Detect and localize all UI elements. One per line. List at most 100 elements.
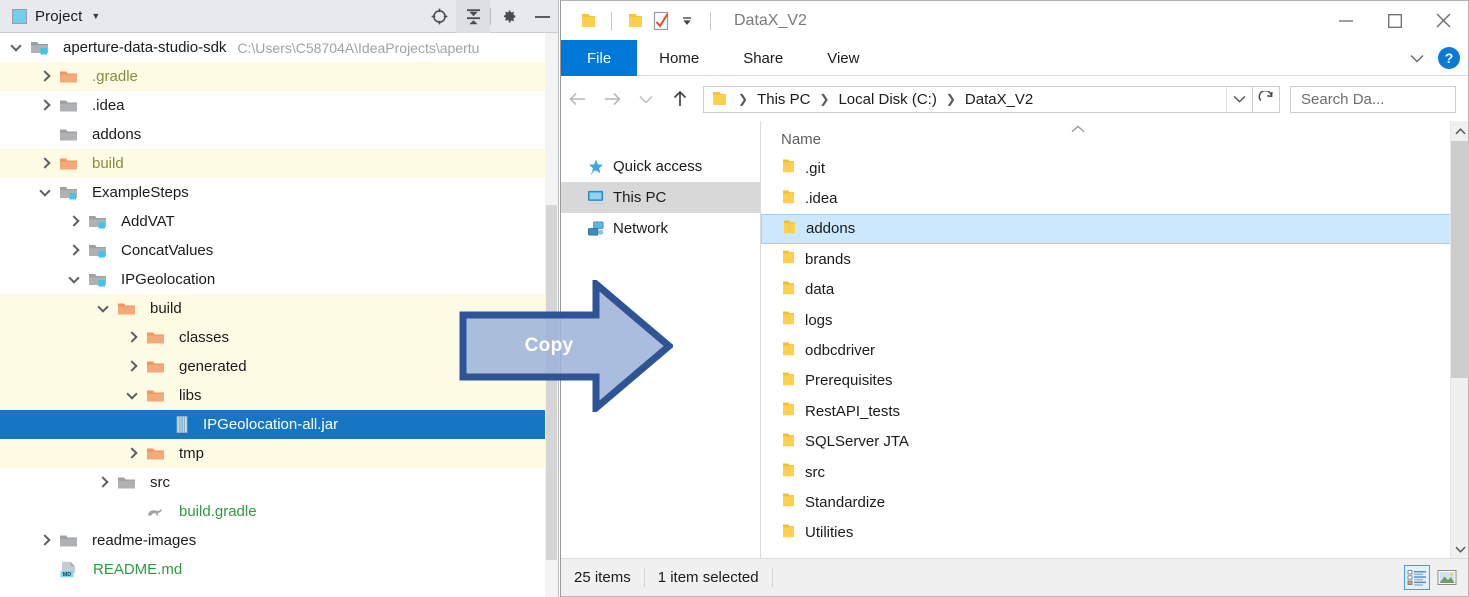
intellij-project-panel: Project ▼ aperture-data-studio-sdk C:\Us… [0,0,559,597]
project-title-group[interactable]: Project ▼ [0,8,100,25]
tab-share[interactable]: Share [721,40,805,76]
chevron-down-icon[interactable]: ▼ [91,11,100,21]
chevron-up-icon[interactable] [1451,121,1469,141]
tree-row[interactable]: ExampleSteps [0,178,559,207]
up-button[interactable] [663,82,697,116]
tree-row[interactable]: IPGeolocation-all.jar [0,410,559,439]
refresh-icon[interactable] [1253,85,1280,113]
chevron-right-icon[interactable] [127,361,138,372]
chevron-right-icon[interactable] [40,71,51,82]
file-list[interactable]: Name .git .idea addons brands data logs odbcdr… [761,121,1468,559]
chevron-right-icon[interactable] [40,158,51,169]
breadcrumb-segment[interactable]: DataX_V2 [963,91,1035,108]
chevron-right-icon[interactable]: ❯ [946,92,956,106]
tree-row[interactable]: tmp [0,439,559,468]
minimize-button[interactable] [1321,1,1370,40]
quick-access-toolbar: DataX_V2 [561,8,807,34]
scrollbar-thumb[interactable] [546,205,557,560]
list-item[interactable]: Standardize [761,487,1468,517]
chevron-right-icon[interactable]: ❯ [819,92,829,106]
list-item[interactable]: Prerequisites [761,366,1468,396]
tree-row[interactable]: addons [0,120,559,149]
chevron-right-icon[interactable] [98,477,109,488]
chevron-down-icon[interactable] [40,187,51,198]
list-item[interactable]: RestAPI_tests [761,396,1468,426]
breadcrumb-dropdown-icon[interactable] [1226,86,1252,112]
details-view-button[interactable] [1404,565,1430,590]
back-button[interactable] [561,82,595,116]
folder-icon[interactable] [575,8,601,34]
chevron-down-icon[interactable] [1406,54,1428,63]
breadcrumb-segment[interactable]: Local Disk (C:) [836,91,938,108]
folder-properties-icon[interactable] [622,8,648,34]
maximize-button[interactable] [1370,1,1419,40]
column-header-row[interactable]: Name [761,121,1468,153]
tree-row[interactable]: build.gradle [0,497,559,526]
recent-locations-button[interactable] [629,82,663,116]
list-item[interactable]: logs [761,305,1468,335]
chevron-right-icon[interactable] [69,216,80,227]
tab-file[interactable]: File [561,40,638,76]
breadcrumb-bar[interactable]: ❯ This PC ❯ Local Disk (C:) ❯ DataX_V2 [703,85,1253,113]
tree-row[interactable]: build [0,294,559,323]
close-button[interactable] [1419,1,1468,40]
large-icons-view-button[interactable] [1434,565,1460,590]
tree-row[interactable]: IPGeolocation [0,265,559,294]
list-item[interactable]: SQLServer JTA [761,427,1468,457]
chevron-down-icon[interactable] [127,390,138,401]
tree-row[interactable]: .idea [0,91,559,120]
chevron-down-icon[interactable] [1451,539,1469,559]
customize-toolbar-caret-icon[interactable] [674,8,700,34]
search-box[interactable] [1290,85,1469,113]
tree-row[interactable]: MD README.md [0,555,559,584]
list-item[interactable]: addons [761,213,1468,245]
chevron-down-icon[interactable] [11,42,22,53]
chevron-right-icon[interactable] [69,245,80,256]
scroll-to-source-icon[interactable] [422,0,456,33]
nav-item-this-pc[interactable]: This PC [561,182,760,213]
help-button[interactable]: ? [1438,47,1460,69]
chevron-right-icon[interactable] [127,448,138,459]
chevron-right-icon[interactable] [127,332,138,343]
tree-row[interactable]: readme-images [0,526,559,555]
list-item[interactable]: brands [761,244,1468,274]
chevron-right-icon[interactable] [40,535,51,546]
scrollbar-thumb[interactable] [1451,141,1469,378]
tree-row[interactable]: .gradle [0,62,559,91]
tree-row[interactable]: ConcatValues [0,236,559,265]
list-item[interactable]: .idea [761,183,1468,213]
tree-row[interactable]: classes [0,323,559,352]
tree-row[interactable]: aperture-data-studio-sdk C:\Users\C58704A… [0,33,559,62]
nav-item-network[interactable]: Network [561,213,760,244]
collapse-all-icon[interactable] [456,0,490,33]
forward-button[interactable] [595,82,629,116]
chevron-right-icon[interactable] [40,100,51,111]
chevron-right-icon[interactable]: ❯ [738,92,748,106]
list-item[interactable]: odbcdriver [761,335,1468,365]
list-item[interactable]: Utilities [761,518,1468,548]
list-item[interactable]: data [761,275,1468,305]
column-header-name[interactable]: Name [781,131,821,148]
project-tree[interactable]: aperture-data-studio-sdk C:\Users\C58704A… [0,33,559,597]
checkbox-check-icon[interactable] [648,8,674,34]
tree-row[interactable]: generated [0,352,559,381]
tab-home[interactable]: Home [637,40,721,76]
list-item[interactable]: .git [761,153,1468,183]
search-input[interactable] [1301,90,1469,108]
tree-row[interactable]: src [0,468,559,497]
folder-orange-icon [118,303,135,315]
nav-item-quick-access[interactable]: Quick access [561,151,760,182]
project-tree-scrollbar[interactable] [545,33,558,597]
tab-view[interactable]: View [805,40,881,76]
tree-row[interactable]: build [0,149,559,178]
settings-gear-icon[interactable] [491,0,525,33]
chevron-down-icon[interactable] [98,303,109,314]
breadcrumb-segment[interactable]: This PC [755,91,812,108]
hide-panel-icon[interactable] [525,0,559,33]
tree-row[interactable]: libs [0,381,559,410]
navigation-pane[interactable]: Quick access This PC Network [561,121,761,559]
tree-row[interactable]: AddVAT [0,207,559,236]
file-list-scrollbar[interactable] [1450,121,1469,559]
list-item[interactable]: src [761,457,1468,487]
chevron-down-icon[interactable] [69,274,80,285]
